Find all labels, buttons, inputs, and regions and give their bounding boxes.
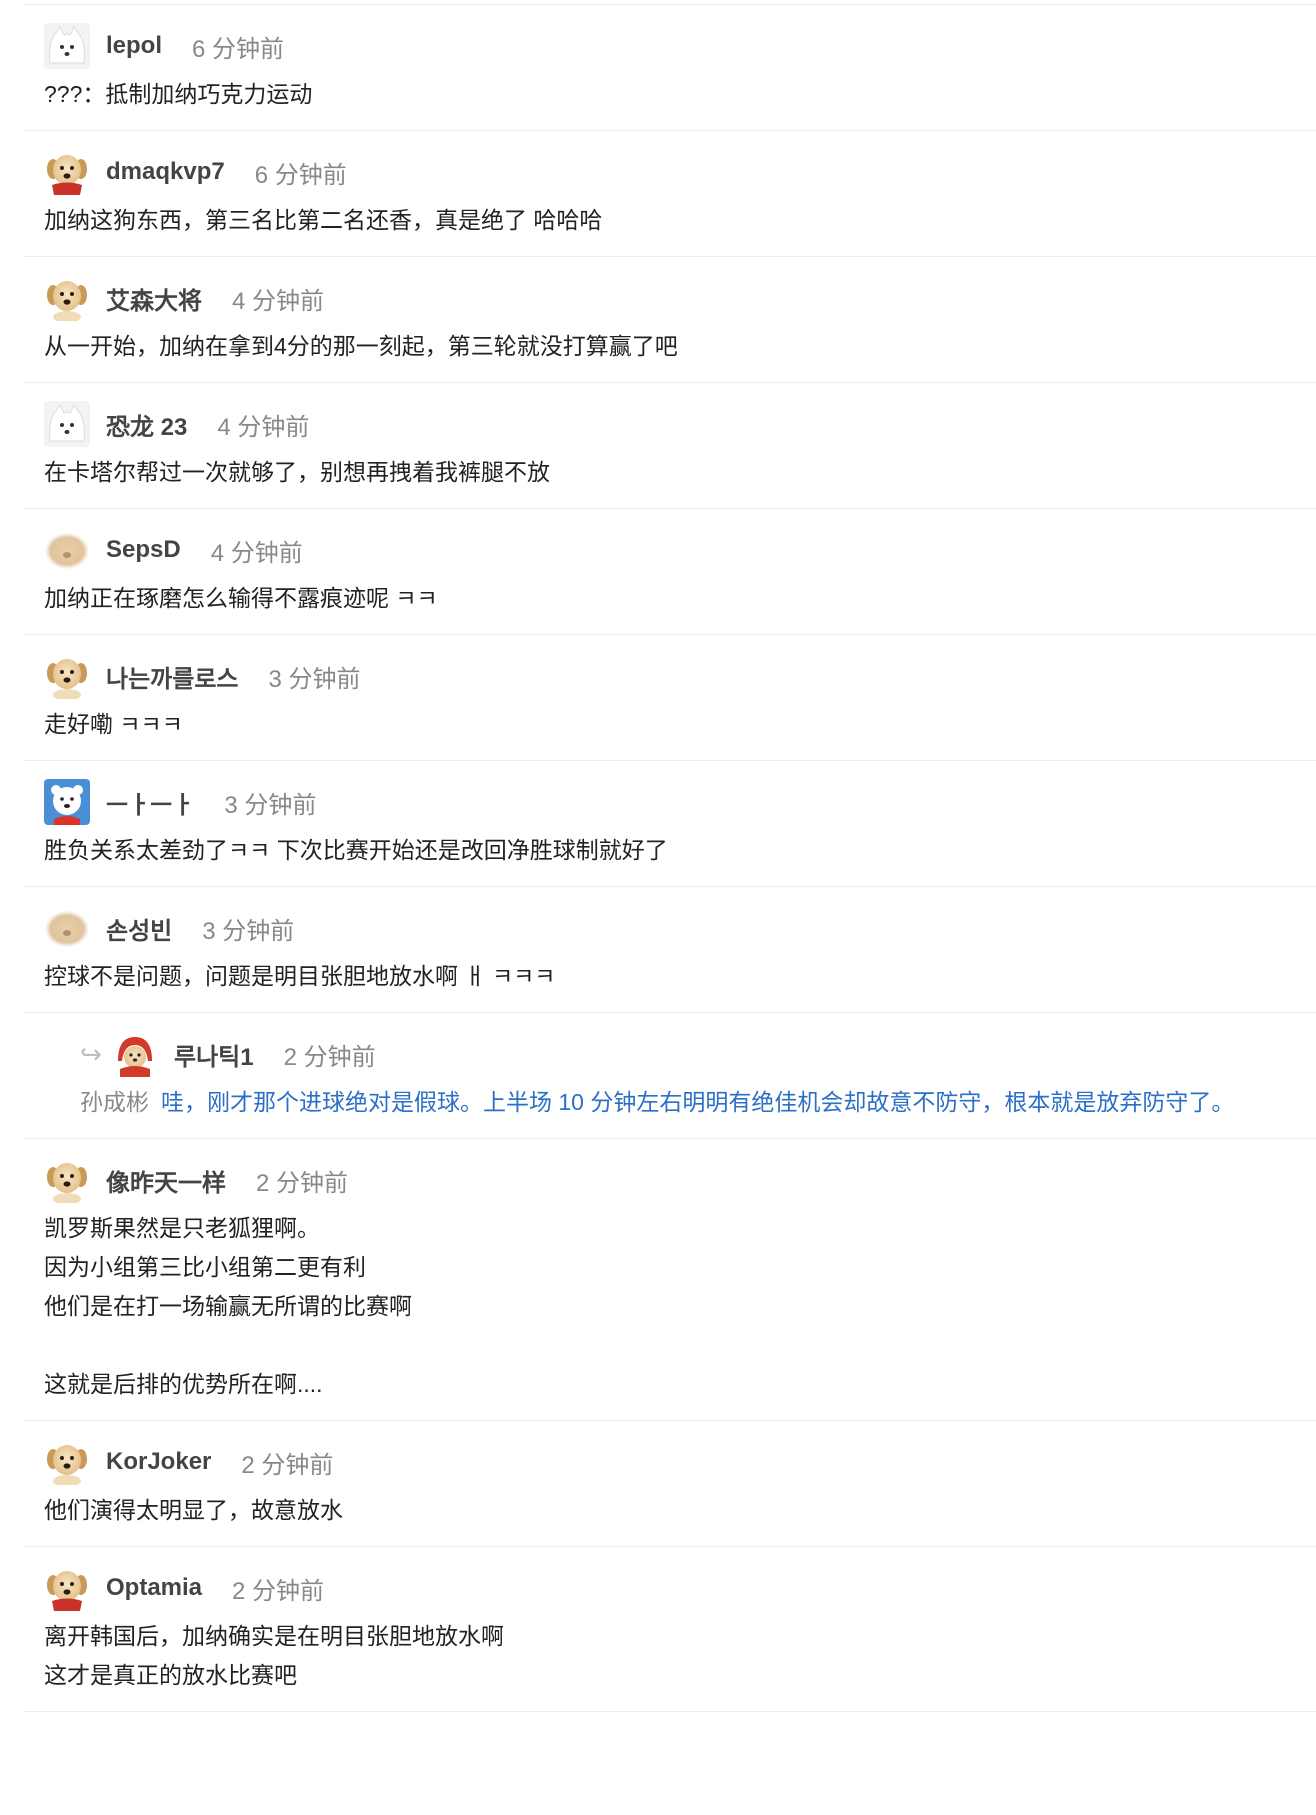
reply-text: 哇，刚才那个进球绝对是假球。上半场 10 分钟左右明明有绝佳机会却故意不防守，根… [161,1089,1235,1115]
comment-time: 3 分钟前 [202,917,295,945]
reply-mention[interactable]: 孙成彬 [80,1089,149,1115]
comment-item: lepol 6 分钟前 ???：抵制加纳巧克力运动 [24,19,1316,131]
comment-text: 走好嘞 ㅋㅋㅋ [44,711,183,737]
comment-item: 나는까를로스 3 分钟前走好嘞 ㅋㅋㅋ [24,649,1316,761]
comment-text: 从一开始，加纳在拿到4分的那一刻起，第三轮就没打算赢了吧 [44,333,678,359]
comment-header: KorJoker 2 分钟前 [44,1435,1316,1489]
samoyed-avatar[interactable] [44,401,90,447]
comment-item: SepsD 4 分钟前加纳正在琢磨怎么输得不露痕迹呢 ㅋㅋ [24,523,1316,635]
comment-author[interactable]: lepol [106,32,162,60]
reply-comment: ↪ 루나틱1 2 分钟前孙成彬 哇，刚才那个进球绝对是假球。上半场 10 分钟左右明明… [24,1027,1316,1139]
comment-author[interactable]: KorJoker [106,1448,211,1476]
comment-text: 孙成彬 哇，刚才那个进球绝对是假球。上半场 10 分钟左右明明有绝佳机会却故意不防… [80,1083,1316,1138]
comment-author[interactable]: Optamia [106,1574,202,1602]
comment-text: ???：抵制加纳巧克力运动 [44,81,313,107]
comment-item: 像昨天一样 2 分钟前凯罗斯果然是只老狐狸啊。 因为小组第三比小组第二更有利 他们… [24,1153,1316,1421]
comment-time: 6 分钟前 [192,35,285,63]
blurred-puppy-avatar[interactable] [44,527,90,573]
comment-time: 2 分钟前 [256,1169,349,1197]
comment-author[interactable]: ㅡㅏㅡㅏ [106,785,194,820]
puppy-avatar[interactable] [44,1439,90,1485]
comment-text: 控球不是问题，问题是明目张胆地放水啊 ㅐ ㅋㅋㅋ [44,963,556,989]
comment-header: 艾森大将 4 分钟前 [44,271,1316,325]
comment-time: 3 分钟前 [224,791,317,819]
comment-text: 加纳正在琢磨怎么输得不露痕迹呢 ㅋㅋ [44,585,438,611]
comment-header: 像昨天一样 2 分钟前 [44,1153,1316,1207]
comment-item: dmaqkvp7 6 分钟前加纳这狗东西，第三名比第二名还香，真是绝了 哈哈哈 [24,145,1316,257]
comment-author[interactable]: 艾森大将 [106,281,202,316]
comment-item: 艾森大将 4 分钟前从一开始，加纳在拿到4分的那一刻起，第三轮就没打算赢了吧 [24,271,1316,383]
comment-text: 离开韩国后，加纳确实是在明目张胆地放水啊 这才是真正的放水比赛吧 [44,1623,504,1688]
comment-time: 2 分钟前 [241,1451,334,1479]
puppy-avatar[interactable] [44,653,90,699]
comment-header: dmaqkvp7 6 分钟前 [44,145,1316,199]
comment-header: 나는까를로스 3 分钟前 [44,649,1316,703]
red-hood-puppy-avatar[interactable] [112,1031,158,1077]
reply-arrow-icon: ↪ [80,1038,102,1069]
comment-item: Optamia 2 分钟前离开韩国后，加纳确实是在明目张胆地放水啊 这才是真正的放… [24,1561,1316,1712]
samoyed-avatar[interactable] [44,23,90,69]
comment-text: 在卡塔尔帮过一次就够了，别想再拽着我裤腿不放 [44,459,550,485]
puppy-avatar[interactable] [44,1157,90,1203]
blurred-puppy-avatar[interactable] [44,905,90,951]
comment-time: 4 分钟前 [210,539,303,567]
comment-header: lepol 6 分钟前 [44,19,1316,73]
comment-header: 손성빈 3 分钟前 [44,901,1316,955]
puppy-avatar[interactable] [44,275,90,321]
comment-header: Optamia 2 分钟前 [44,1561,1316,1615]
comment-header: SepsD 4 分钟前 [44,523,1316,577]
comment-time: 3 分钟前 [268,665,361,693]
comment-time: 2 分钟前 [283,1043,376,1071]
comment-item: 손성빈 3 分钟前控球不是问题，问题是明目张胆地放水啊 ㅐ ㅋㅋㅋ [24,901,1316,1013]
comment-time: 6 分钟前 [254,161,347,189]
comment-author[interactable]: 像昨天一样 [106,1163,226,1198]
comment-header: 恐龙 23 4 分钟前 [44,397,1316,451]
comment-header: ㅡㅏㅡㅏ 3 分钟前 [44,775,1316,829]
comment-author[interactable]: dmaqkvp7 [106,158,225,186]
comment-item: ㅡㅏㅡㅏ 3 分钟前胜负关系太差劲了ㅋㅋ 下次比赛开始还是改回净胜球制就好了 [24,775,1316,887]
comment-time: 4 分钟前 [232,287,325,315]
comment-time: 2 分钟前 [232,1577,325,1605]
comment-text: 胜负关系太差劲了ㅋㅋ 下次比赛开始还是改回净胜球制就好了 [44,837,668,863]
comment-text: 凯罗斯果然是只老狐狸啊。 因为小组第三比小组第二更有利 他们是在打一场输赢无所谓… [44,1215,412,1397]
comment-author[interactable]: 루나틱1 [174,1037,254,1072]
polar-bear-avatar[interactable] [44,779,90,825]
comment-author[interactable]: 손성빈 [106,911,172,946]
puppy-scarf-avatar[interactable] [44,149,90,195]
comment-list: lepol 6 分钟前 ???：抵制加纳巧克力运动 dmaqkvp7 6 分钟前加纳这狗… [24,4,1316,1712]
comment-item: KorJoker 2 分钟前他们演得太明显了，故意放水 [24,1435,1316,1547]
comment-time: 4 分钟前 [217,413,310,441]
comment-author[interactable]: 恐龙 23 [106,407,187,442]
comment-author[interactable]: 나는까를로스 [106,659,238,694]
comment-item: 恐龙 23 4 分钟前在卡塔尔帮过一次就够了，别想再拽着我裤腿不放 [24,397,1316,509]
comment-author[interactable]: SepsD [106,536,181,564]
comment-text: 加纳这狗东西，第三名比第二名还香，真是绝了 哈哈哈 [44,207,603,233]
puppy-scarf-avatar[interactable] [44,1565,90,1611]
comment-text: 他们演得太明显了，故意放水 [44,1497,343,1523]
comment-header: ↪ 루나틱1 2 分钟前 [74,1027,1316,1081]
